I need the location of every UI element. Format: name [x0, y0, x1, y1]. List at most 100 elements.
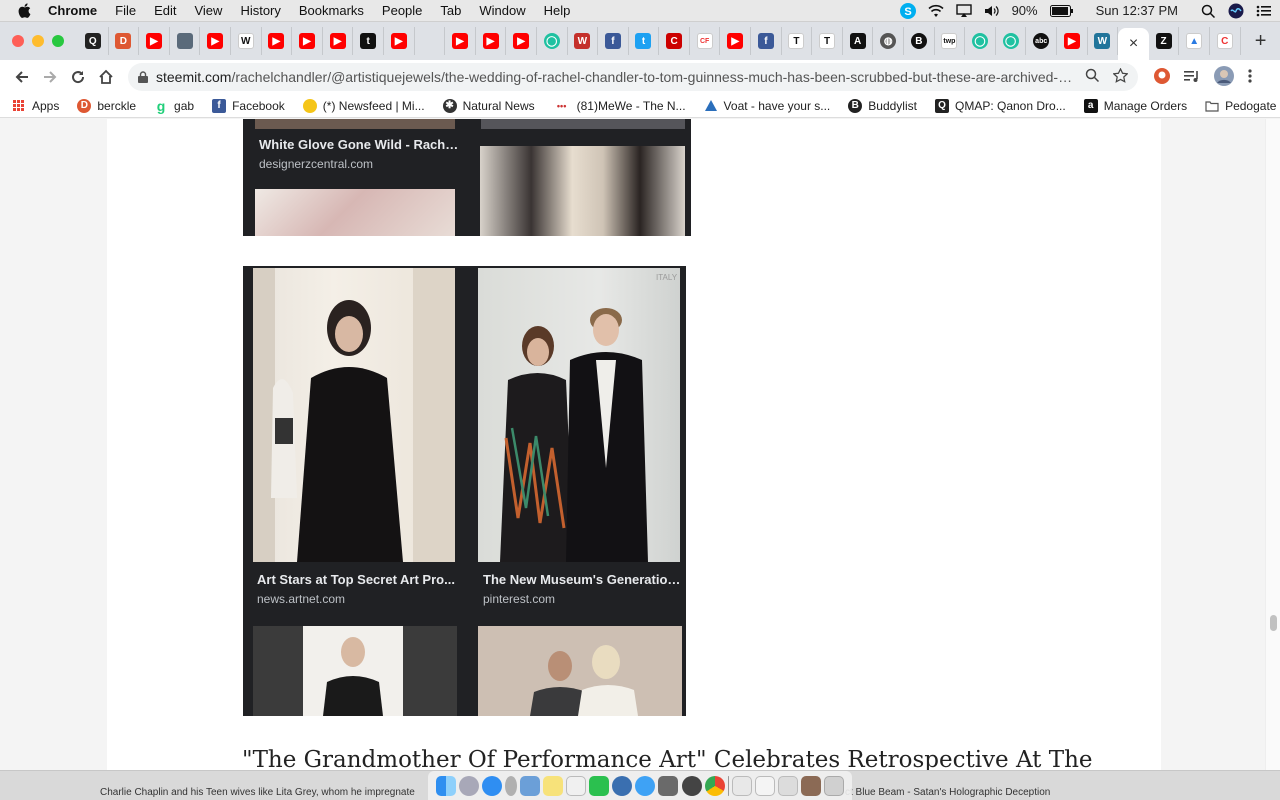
apple-icon[interactable] — [18, 3, 32, 19]
skype-icon[interactable]: S — [899, 2, 916, 19]
spotlight-search-icon[interactable] — [1200, 3, 1216, 19]
chrome-icon[interactable] — [704, 776, 725, 796]
airplay-icon[interactable] — [955, 3, 972, 19]
address-bar[interactable]: steemit.com/rachelchandler/@artistiqueje… — [128, 63, 1138, 91]
wifi-icon[interactable] — [928, 3, 944, 19]
bookmark-star-icon[interactable] — [1112, 67, 1129, 86]
menu-tab[interactable]: Tab — [440, 3, 461, 18]
tab-3[interactable] — [170, 27, 201, 55]
url-text[interactable]: steemit.com/rachelchandler/@artistiqueje… — [156, 69, 1075, 85]
tab-27[interactable]: B — [904, 27, 935, 55]
close-tab-icon[interactable]: × — [1129, 35, 1138, 53]
battery-icon[interactable] — [1049, 3, 1074, 19]
tab-21[interactable]: ▶ — [720, 27, 752, 55]
tab-33[interactable]: W — [1088, 27, 1119, 55]
scrollbar-thumb[interactable] — [1270, 615, 1277, 631]
notes-icon[interactable] — [543, 776, 564, 796]
minimize-window-button[interactable] — [32, 35, 44, 47]
bookmark-item[interactable]: Voat - have your s... — [704, 99, 830, 113]
safari-icon[interactable] — [481, 776, 502, 796]
home-button[interactable] — [92, 63, 120, 91]
document-icon[interactable] — [754, 776, 775, 796]
trash-icon[interactable] — [824, 776, 845, 796]
page-scrollbar[interactable] — [1265, 119, 1280, 770]
menu-edit[interactable]: Edit — [154, 3, 176, 18]
tab-22[interactable]: f — [751, 27, 782, 55]
tab-17[interactable]: f — [598, 27, 629, 55]
menu-help[interactable]: Help — [544, 3, 571, 18]
new-tab-button[interactable]: + — [1249, 30, 1273, 53]
lock-icon[interactable] — [138, 71, 148, 83]
tab-after-1[interactable]: ▲ — [1179, 27, 1210, 55]
tab-after-2[interactable]: C — [1210, 27, 1241, 55]
zoom-window-button[interactable] — [52, 35, 64, 47]
facetime-icon[interactable] — [589, 776, 610, 796]
tab-16[interactable]: W — [568, 27, 599, 55]
quicktime-icon[interactable] — [612, 776, 633, 796]
tab-30[interactable]: ◯ — [996, 27, 1027, 55]
appstore-icon[interactable] — [658, 776, 679, 796]
tab-11[interactable] — [415, 27, 446, 55]
tab-25[interactable]: A — [843, 27, 874, 55]
tab-5[interactable]: W — [231, 27, 262, 55]
tab-26[interactable]: ◍ — [873, 27, 905, 55]
siri-dock-icon[interactable] — [504, 776, 517, 796]
tab-23[interactable]: T — [782, 27, 813, 55]
preview-icon[interactable] — [519, 776, 540, 796]
tab-7[interactable]: ▶ — [292, 27, 323, 55]
forward-button[interactable] — [36, 63, 64, 91]
zoom-icon[interactable] — [1085, 68, 1100, 86]
finder-icon[interactable] — [435, 776, 456, 796]
menu-history[interactable]: History — [240, 3, 280, 18]
tab-32[interactable]: ▶ — [1057, 27, 1088, 55]
bookmark-item[interactable]: g gab — [154, 98, 194, 114]
stickies-icon[interactable] — [566, 776, 587, 796]
volume-icon[interactable] — [984, 3, 1000, 19]
back-button[interactable] — [8, 63, 36, 91]
steam-icon[interactable] — [681, 776, 702, 796]
tab-0[interactable]: Q — [78, 27, 109, 55]
bookmark-item[interactable]: Q QMAP: Qanon Dro... — [934, 98, 1066, 113]
notification-center-icon[interactable] — [1256, 3, 1272, 19]
menu-window[interactable]: Window — [479, 3, 525, 18]
tab-after-0[interactable]: Z — [1149, 27, 1180, 55]
tab-31[interactable]: abc — [1026, 27, 1057, 55]
bookmark-item[interactable]: ✱ Natural News — [442, 98, 535, 113]
tab-13[interactable]: ▶ — [476, 27, 507, 55]
menu-app-name[interactable]: Chrome — [48, 3, 97, 18]
bookmark-item[interactable]: f Facebook — [212, 98, 285, 113]
bookmark-item[interactable]: B Buddylist — [848, 98, 917, 113]
tab-10[interactable]: ▶ — [384, 27, 415, 55]
bookmark-item[interactable]: (*) Newsfeed | Mi... — [302, 98, 425, 113]
tab-active[interactable]: × — [1118, 28, 1149, 60]
tab-14[interactable]: ▶ — [506, 27, 537, 55]
photo-stack-icon[interactable] — [801, 776, 822, 796]
close-window-button[interactable] — [12, 35, 24, 47]
menu-people[interactable]: People — [382, 3, 422, 18]
bookmark-item[interactable]: Pedogate — [1205, 99, 1276, 113]
menu-file[interactable]: File — [115, 3, 136, 18]
bookmark-item[interactable]: a Manage Orders — [1083, 98, 1187, 113]
profile-avatar[interactable] — [1214, 65, 1234, 89]
tab-4[interactable]: ▶ — [200, 27, 231, 55]
tab-2[interactable]: ▶ — [139, 27, 170, 55]
document-icon[interactable] — [731, 776, 752, 796]
tab-20[interactable]: CF — [690, 27, 721, 55]
chrome-menu-icon[interactable] — [1248, 68, 1252, 87]
messages-icon[interactable] — [635, 776, 656, 796]
tab-19[interactable]: C — [659, 27, 690, 55]
bookmark-item[interactable]: Apps — [12, 99, 59, 113]
tab-1[interactable]: D — [109, 27, 140, 55]
clock[interactable]: Sun 12:37 PM — [1096, 3, 1178, 18]
bookmark-item[interactable]: ••• (81)MeWe - The N... — [553, 99, 686, 113]
tab-24[interactable]: T — [812, 27, 843, 55]
siri-icon[interactable] — [1228, 3, 1244, 19]
menu-view[interactable]: View — [194, 3, 222, 18]
menu-bookmarks[interactable]: Bookmarks — [299, 3, 364, 18]
tab-6[interactable]: ▶ — [262, 27, 293, 55]
tab-12[interactable]: ▶ — [445, 27, 476, 55]
tab-9[interactable]: t — [353, 27, 384, 55]
document-icon[interactable] — [778, 776, 799, 796]
tab-29[interactable]: ◯ — [965, 27, 996, 55]
tab-18[interactable]: t — [629, 27, 660, 55]
